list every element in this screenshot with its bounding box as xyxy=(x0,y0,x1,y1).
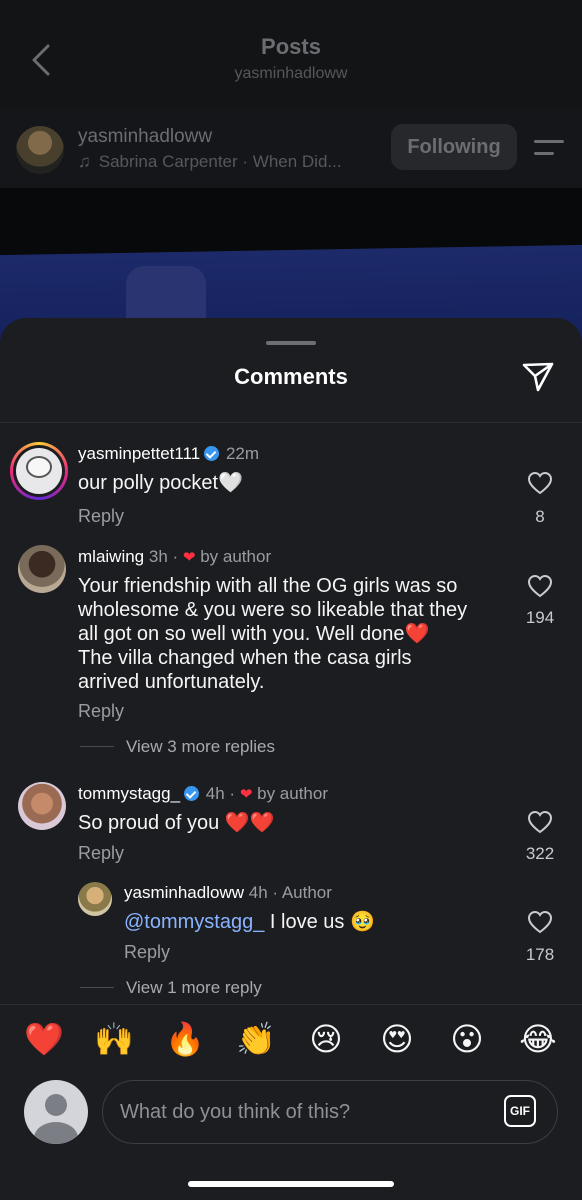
view-more-replies-button[interactable]: View 1 more reply xyxy=(126,978,262,998)
comment-username[interactable]: yasminpettet111 xyxy=(78,444,200,463)
verified-badge-icon xyxy=(184,786,200,801)
like-count: 194 xyxy=(525,608,555,627)
music-info[interactable]: ♫ Sabrina Carpenter · When Did... xyxy=(78,152,342,172)
reply-button[interactable]: Reply xyxy=(78,843,124,864)
reply-button[interactable]: Reply xyxy=(78,506,124,527)
music-label: Sabrina Carpenter · When Did... xyxy=(98,152,342,171)
liked-by-author-heart-icon: ❤ xyxy=(239,786,253,803)
avatar[interactable] xyxy=(18,545,66,593)
comment-username-row: tommystagg_ 4h · ❤ by author xyxy=(78,784,328,804)
page-subtitle: yasminhadloww xyxy=(234,65,348,82)
view-replies-line xyxy=(80,987,114,988)
comment-text-line: The villa changed when the casa girls xyxy=(78,647,412,669)
comment-time: 4h · xyxy=(205,784,236,803)
sheet-divider xyxy=(0,422,582,423)
heart-like-icon[interactable] xyxy=(527,574,553,598)
comment-text-line: Your friendship with all the OG girls wa… xyxy=(78,575,458,597)
emoji-heart-eyes-button[interactable]: 😍 xyxy=(377,1019,417,1059)
current-user-avatar xyxy=(24,1080,88,1144)
reply-username-row: yasminhadloww 4h · Author xyxy=(124,883,332,903)
emoji-clap-button[interactable]: 👏 xyxy=(236,1019,276,1059)
comment-username-row: yasminpettet111 22m xyxy=(78,444,259,464)
reply-username[interactable]: yasminhadloww xyxy=(124,883,244,902)
music-note-icon: ♫ xyxy=(78,152,91,171)
page-title: Posts xyxy=(261,34,321,59)
author-username[interactable]: yasminhadloww xyxy=(78,126,212,148)
emoji-surprised-button[interactable]: 😮 xyxy=(447,1019,487,1059)
sheet-drag-handle[interactable] xyxy=(266,341,316,345)
heart-like-icon[interactable] xyxy=(527,471,553,495)
top-bar: Posts yasminhadloww xyxy=(0,0,582,108)
comment-input-placeholder: What do you think of this? xyxy=(120,1101,351,1123)
comment-text-line: all got on so well with you. Well done❤️ xyxy=(78,623,430,645)
comment-text: our polly pocket🤍 xyxy=(78,472,243,494)
share-send-icon[interactable] xyxy=(520,358,556,394)
gif-button[interactable]: GIF xyxy=(504,1095,536,1127)
author-avatar[interactable] xyxy=(16,126,64,174)
more-menu-icon[interactable] xyxy=(534,138,564,158)
comment-username[interactable]: tommystagg_ xyxy=(78,784,180,803)
liked-by-author-label: by author xyxy=(200,547,272,566)
default-user-icon xyxy=(34,1094,78,1144)
view-replies-line xyxy=(80,746,114,747)
home-indicator[interactable] xyxy=(188,1181,394,1187)
emoji-crying-button[interactable]: 😢 xyxy=(306,1019,346,1059)
sheet-title: Comments xyxy=(234,364,348,389)
emoji-laughing-button[interactable]: 😂 xyxy=(518,1019,558,1059)
emoji-fire-button[interactable]: 🔥 xyxy=(165,1019,205,1059)
reply-text: @tommystagg_ I love us 🥹 xyxy=(124,910,375,934)
comment-time: 3h · xyxy=(148,547,179,566)
avatar[interactable] xyxy=(78,882,112,916)
liked-by-author-label: by author xyxy=(257,784,329,803)
comment-username[interactable]: mlaiwing xyxy=(78,547,144,566)
emoji-heart-button[interactable]: ❤️ xyxy=(24,1019,64,1059)
like-count: 8 xyxy=(535,507,545,526)
liked-by-author-heart-icon: ❤ xyxy=(182,549,196,566)
like-count: 322 xyxy=(525,844,555,863)
like-count: 178 xyxy=(525,945,555,964)
emoji-bar-divider xyxy=(0,1004,582,1005)
view-more-replies-button[interactable]: View 3 more replies xyxy=(126,737,275,757)
avatar[interactable] xyxy=(10,442,68,500)
reply-text-body: I love us 🥹 xyxy=(264,911,375,933)
reply-button[interactable]: Reply xyxy=(124,942,170,963)
comment-time: 22m xyxy=(225,444,260,463)
reply-button[interactable]: Reply xyxy=(78,701,124,722)
comment-text-line: arrived unfortunately. xyxy=(78,671,265,693)
mention-link[interactable]: @tommystagg_ xyxy=(124,911,264,933)
comment-text: So proud of you ❤️❤️ xyxy=(78,812,275,834)
avatar[interactable] xyxy=(18,782,66,830)
emoji-raised-hands-button[interactable]: 🙌 xyxy=(94,1019,134,1059)
comment-username-row: mlaiwing 3h · ❤ by author xyxy=(78,547,271,567)
comment-text-line: wholesome & you were so likeable that th… xyxy=(78,599,468,621)
reply-time: 4h · Author xyxy=(248,883,332,902)
verified-badge-icon xyxy=(204,446,220,461)
heart-like-icon[interactable] xyxy=(527,810,553,834)
following-button[interactable]: Following xyxy=(391,124,517,170)
heart-like-icon[interactable] xyxy=(527,910,553,934)
